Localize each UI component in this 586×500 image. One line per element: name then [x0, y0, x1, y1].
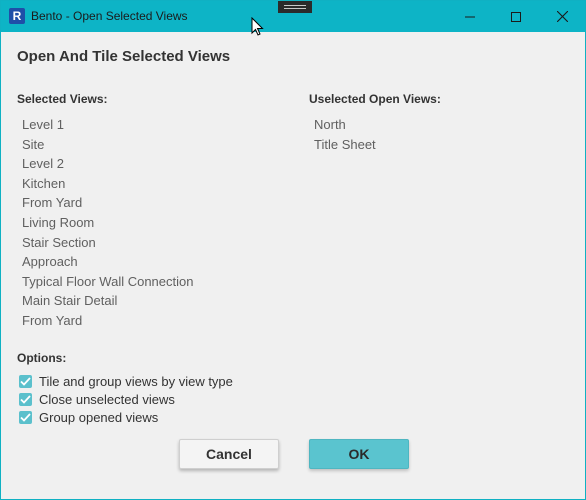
unselected-views-list: North Title Sheet — [314, 115, 376, 154]
selected-views-label: Selected Views: — [17, 92, 108, 106]
list-item[interactable]: From Yard — [22, 193, 193, 213]
title-bar[interactable]: R Bento - Open Selected Views — [1, 1, 585, 32]
option-label: Close unselected views — [39, 391, 175, 407]
list-item[interactable]: Site — [22, 135, 193, 155]
option-label: Group opened views — [39, 409, 159, 425]
maximize-button[interactable] — [493, 1, 539, 32]
dialog-window: R Bento - Open Selected Views Open And T… — [0, 0, 586, 500]
maximize-icon — [511, 11, 521, 22]
selected-views-list: Level 1 Site Level 2 Kitchen From Yard L… — [22, 115, 193, 331]
close-button[interactable] — [539, 1, 585, 32]
unselected-views-label: Uselected Open Views: — [309, 92, 441, 106]
list-item[interactable]: Title Sheet — [314, 135, 376, 155]
checkmark-icon — [20, 376, 31, 386]
minimize-button[interactable] — [447, 1, 493, 32]
checkmark-icon — [20, 412, 31, 422]
option-tile-and-group[interactable]: Tile and group views by view type — [19, 373, 233, 389]
checkmark-icon — [20, 394, 31, 404]
cancel-button[interactable]: Cancel — [179, 439, 279, 469]
option-label: Tile and group views by view type — [39, 373, 233, 389]
option-close-unselected[interactable]: Close unselected views — [19, 391, 175, 407]
list-item[interactable]: Approach — [22, 252, 193, 272]
list-item[interactable]: Level 2 — [22, 154, 193, 174]
list-item[interactable]: Stair Section — [22, 233, 193, 253]
list-item[interactable]: From Yard — [22, 311, 193, 331]
checkbox[interactable] — [19, 410, 32, 424]
list-item[interactable]: Level 1 — [22, 115, 193, 135]
list-item[interactable]: Kitchen — [22, 174, 193, 194]
checkbox[interactable] — [19, 392, 32, 406]
dialog-heading: Open And Tile Selected Views — [17, 48, 231, 65]
window-title: Bento - Open Selected Views — [31, 9, 188, 23]
ok-button[interactable]: OK — [309, 439, 409, 469]
drag-grip-icon[interactable] — [278, 1, 312, 13]
list-item[interactable]: Living Room — [22, 213, 193, 233]
minimize-icon — [465, 16, 475, 17]
close-icon — [556, 11, 568, 22]
mouse-cursor-icon — [251, 17, 264, 36]
options-label: Options: — [17, 351, 67, 365]
list-item[interactable]: Main Stair Detail — [22, 291, 193, 311]
revit-app-icon: R — [9, 8, 25, 24]
list-item[interactable]: Typical Floor Wall Connection — [22, 272, 193, 292]
option-group-opened[interactable]: Group opened views — [19, 409, 158, 425]
list-item[interactable]: North — [314, 115, 376, 135]
checkbox[interactable] — [19, 374, 32, 388]
